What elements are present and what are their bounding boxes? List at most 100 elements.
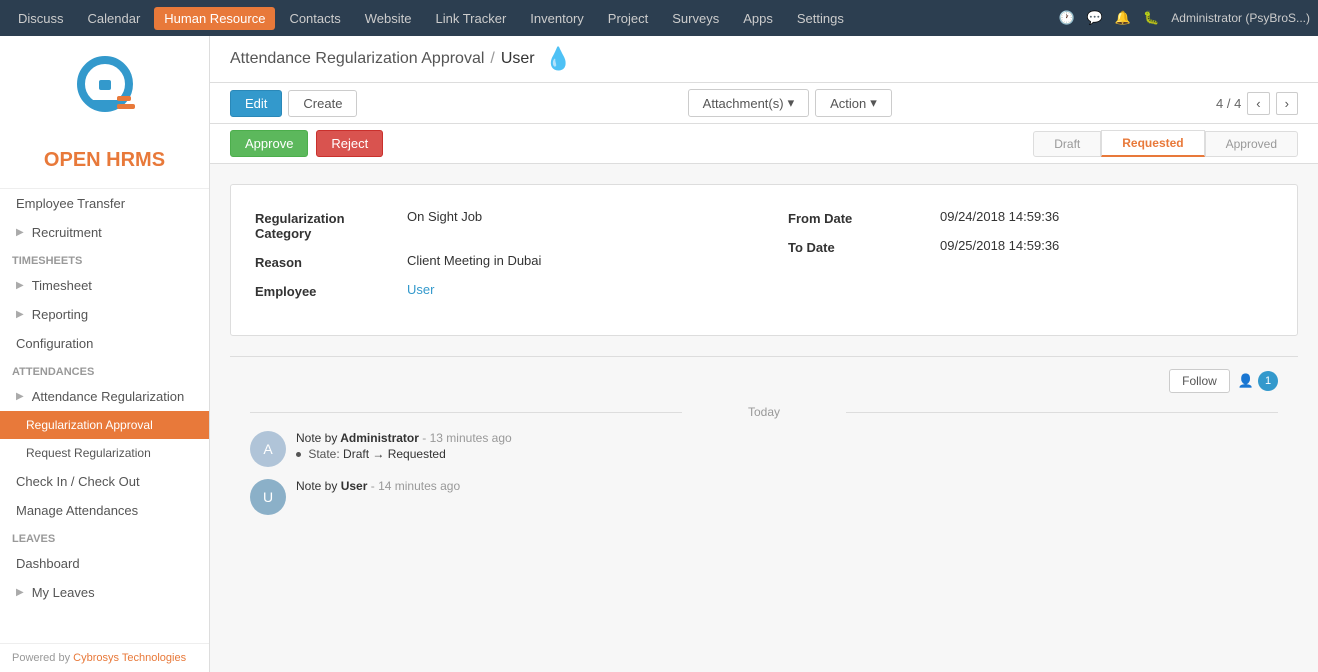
field-label: RegularizationCategory	[255, 209, 395, 241]
message-author: Note by User - 14 minutes ago	[296, 479, 1278, 493]
approve-button[interactable]: Approve	[230, 130, 308, 157]
stage-approved[interactable]: Approved	[1205, 131, 1298, 157]
prev-button[interactable]: ‹	[1247, 92, 1269, 115]
follower-count: 1	[1258, 371, 1278, 391]
chatter-section: Follow 👤 1 Today A	[230, 356, 1298, 539]
pagination: 4 / 4 ‹ ›	[1216, 92, 1298, 115]
chatter-message-2: U Note by User - 14 minutes ago	[250, 479, 1278, 515]
nav-apps[interactable]: Apps	[733, 7, 783, 30]
bullet-icon	[296, 452, 301, 457]
sidebar-item-label: Attendance Regularization	[32, 389, 185, 404]
sidebar-footer: Powered by Cybrosys Technologies	[0, 643, 209, 672]
field-value: 09/25/2018 14:59:36	[940, 238, 1059, 253]
reject-button[interactable]: Reject	[316, 130, 383, 157]
dropdown-arrow-icon: ▾	[870, 95, 877, 111]
sidebar-item-regularization-approval[interactable]: Regularization Approval	[0, 411, 209, 439]
nav-human-resource[interactable]: Human Resource	[154, 7, 275, 30]
message-content: Note by Administrator - 13 minutes ago S…	[296, 431, 1278, 461]
dropdown-arrow-icon: ▾	[788, 95, 795, 111]
chatter-message-1: A Note by Administrator - 13 minutes ago…	[250, 431, 1278, 467]
field-label: Reason	[255, 253, 395, 270]
logo: OPEN HRMS	[0, 36, 209, 189]
nav-calendar[interactable]: Calendar	[78, 7, 151, 30]
edit-button[interactable]: Edit	[230, 90, 282, 117]
field-employee: Employee User	[255, 282, 740, 299]
employee-link[interactable]: User	[407, 282, 434, 297]
content-area: Attendance Regularization Approval / Use…	[210, 36, 1318, 672]
field-label: Employee	[255, 282, 395, 299]
message-body: State: Draft → Requested	[296, 447, 1278, 461]
message-author: Note by Administrator - 13 minutes ago	[296, 431, 1278, 445]
today-divider: Today	[250, 405, 1278, 419]
field-value: 09/24/2018 14:59:36	[940, 209, 1059, 224]
sidebar-item-check-in-out[interactable]: Check In / Check Out	[0, 467, 209, 496]
follow-label: Follow	[1182, 374, 1217, 388]
bell-icon[interactable]: 🔔	[1115, 10, 1131, 26]
nav-website[interactable]: Website	[355, 7, 422, 30]
arrow-icon: ▶	[16, 391, 24, 402]
attachments-button[interactable]: Attachment(s) ▾	[688, 89, 809, 117]
message-time: - 13 minutes ago	[422, 431, 511, 445]
follow-button[interactable]: Follow	[1169, 369, 1230, 393]
pagination-text: 4 / 4	[1216, 96, 1241, 111]
action-button[interactable]: Action ▾	[815, 89, 892, 117]
breadcrumb-current: User	[501, 50, 535, 68]
field-label: From Date	[788, 209, 928, 226]
sidebar-item-my-leaves[interactable]: ▶ My Leaves	[0, 578, 209, 607]
sidebar: OPEN HRMS Employee Transfer ▶ Recruitmen…	[0, 36, 210, 672]
nav-inventory[interactable]: Inventory	[520, 7, 593, 30]
chatter-header: Follow 👤 1	[250, 369, 1278, 393]
nav-settings[interactable]: Settings	[787, 7, 854, 30]
top-nav-right: 🕐 💬 🔔 🐛 Administrator (PsyBroS...)	[1059, 10, 1310, 26]
message-prefix: Note by	[296, 431, 337, 445]
sidebar-item-manage-attendances[interactable]: Manage Attendances	[0, 496, 209, 525]
bug-icon[interactable]: 🐛	[1143, 10, 1159, 26]
message-author-name: User	[341, 479, 368, 493]
footer-link[interactable]: Cybrosys Technologies	[73, 652, 186, 664]
sidebar-item-dashboard[interactable]: Dashboard	[0, 549, 209, 578]
sidebar-item-configuration[interactable]: Configuration	[0, 329, 209, 358]
nav-project[interactable]: Project	[598, 7, 658, 30]
field-value: On Sight Job	[407, 209, 482, 224]
create-button[interactable]: Create	[288, 90, 357, 117]
next-button[interactable]: ›	[1276, 92, 1298, 115]
status-stages: Draft Requested Approved	[1033, 130, 1298, 157]
water-drop-icon: 💧	[545, 46, 572, 72]
stage-draft[interactable]: Draft	[1033, 131, 1101, 157]
sidebar-item-label: Reporting	[32, 307, 88, 322]
form-card: RegularizationCategory On Sight Job Reas…	[230, 184, 1298, 336]
breadcrumb: Attendance Regularization Approval / Use…	[210, 36, 1318, 83]
toolbar: Edit Create Attachment(s) ▾ Action ▾ 4 /…	[210, 83, 1318, 124]
message-time: - 14 minutes ago	[371, 479, 460, 493]
field-to-date: To Date 09/25/2018 14:59:36	[788, 238, 1273, 255]
sidebar-item-timesheet[interactable]: ▶ Timesheet	[0, 271, 209, 300]
arrow-icon: ▶	[16, 227, 24, 238]
sidebar-item-reporting[interactable]: ▶ Reporting	[0, 300, 209, 329]
user-menu[interactable]: Administrator (PsyBroS...)	[1171, 11, 1310, 25]
sidebar-item-attendance-regularization[interactable]: ▶ Attendance Regularization	[0, 382, 209, 411]
message-author-name: Administrator	[340, 431, 419, 445]
sidebar-item-recruitment[interactable]: ▶ Recruitment	[0, 218, 209, 247]
field-reason: Reason Client Meeting in Dubai	[255, 253, 740, 270]
field-value: Client Meeting in Dubai	[407, 253, 541, 268]
sidebar-item-request-regularization[interactable]: Request Regularization	[0, 439, 209, 467]
clock-icon[interactable]: 🕐	[1059, 10, 1075, 26]
timesheets-section-label: Timesheets	[0, 247, 209, 271]
chat-icon[interactable]: 💬	[1087, 10, 1103, 26]
form-right-column: From Date 09/24/2018 14:59:36 To Date 09…	[788, 209, 1273, 311]
nav-discuss[interactable]: Discuss	[8, 7, 74, 30]
message-prefix: Note by	[296, 479, 337, 493]
logo-open: OPEN	[44, 149, 101, 171]
breadcrumb-parent[interactable]: Attendance Regularization Approval	[230, 50, 484, 68]
logo-hrms: HRMS	[106, 149, 165, 171]
sidebar-item-employee-transfer[interactable]: Employee Transfer	[0, 189, 209, 218]
field-from-date: From Date 09/24/2018 14:59:36	[788, 209, 1273, 226]
arrow-icon: ▶	[16, 587, 24, 598]
nav-surveys[interactable]: Surveys	[662, 7, 729, 30]
field-label: To Date	[788, 238, 928, 255]
nav-link-tracker[interactable]: Link Tracker	[425, 7, 516, 30]
logo-icon	[65, 52, 145, 142]
top-navigation: Discuss Calendar Human Resource Contacts…	[0, 0, 1318, 36]
nav-contacts[interactable]: Contacts	[279, 7, 350, 30]
stage-requested[interactable]: Requested	[1101, 130, 1204, 157]
